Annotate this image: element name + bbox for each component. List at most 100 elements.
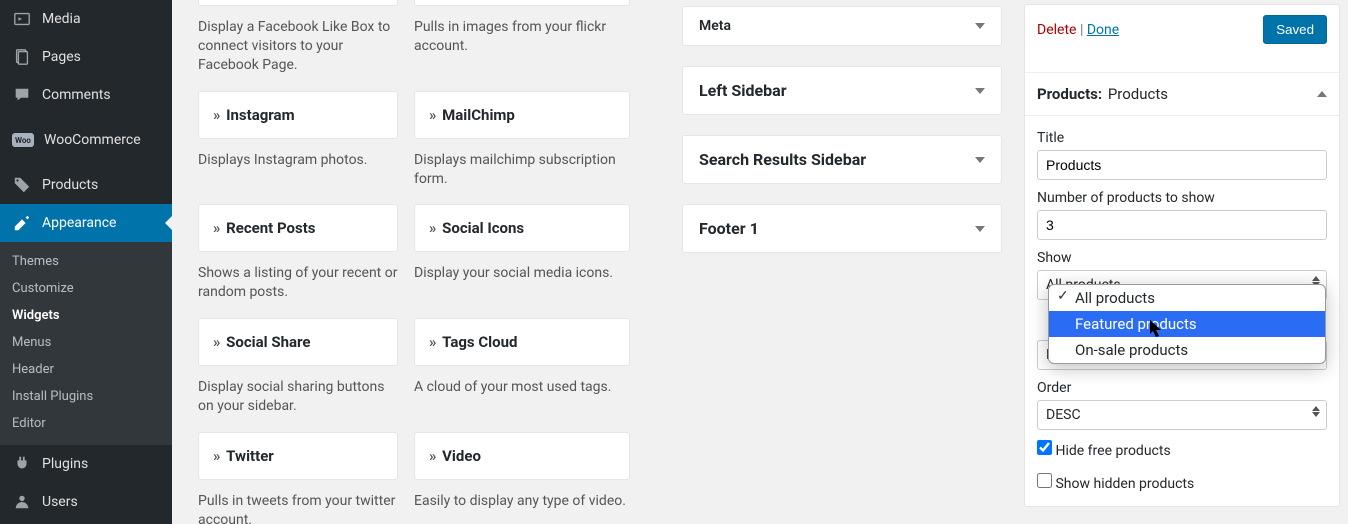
chevron-up-icon (1317, 91, 1327, 97)
widget-card-social-icons[interactable]: » Social Icons (414, 204, 630, 252)
submenu-themes[interactable]: Themes (0, 248, 172, 275)
submenu-customize[interactable]: Customize (0, 275, 172, 302)
woocommerce-icon: Woo (12, 133, 34, 147)
sidebar-item-plugins[interactable]: Plugins (0, 445, 172, 483)
widget-desc: Pulls in tweets from your twitter accoun… (198, 492, 398, 524)
pipe-separator: | (1080, 22, 1087, 38)
submenu-widgets[interactable]: Widgets (0, 302, 172, 329)
sidebar-item-pages[interactable]: Pages (0, 38, 172, 76)
panel-header[interactable]: Products: Products (1025, 72, 1339, 116)
show-option-onsale[interactable]: On-sale products (1049, 337, 1325, 363)
sidebar-label: Pages (42, 49, 81, 65)
sidebar-item-users[interactable]: Users (0, 483, 172, 521)
sidebar-areas: Meta Left Sidebar Search Results Sidebar… (682, 6, 1002, 253)
widget-card-social-share[interactable]: » Social Share (198, 318, 398, 366)
chevron-down-icon (975, 88, 985, 94)
sidebar-label: WooCommerce (44, 132, 141, 148)
admin-sidebar: Media Pages Comments Woo WooCommerce Pro… (0, 0, 172, 524)
sidebar-item-appearance[interactable]: Appearance (0, 204, 172, 242)
saved-button[interactable]: Saved (1263, 15, 1327, 44)
panel-actions: Delete | Done Saved (1025, 5, 1339, 52)
widget-desc: Easily to display any type of video. (414, 492, 630, 524)
widget-card-partial[interactable] (414, 0, 630, 6)
order-label: Order (1037, 380, 1327, 396)
widget-settings-panel: Delete | Done Saved Products: Products T… (1024, 4, 1340, 507)
show-hidden-label: Show hidden products (1055, 476, 1194, 492)
hide-free-label: Hide free products (1055, 443, 1170, 459)
widget-desc: Display your social media icons. (414, 264, 630, 302)
widget-title: Tags Cloud (442, 333, 517, 351)
sidebar-area-search-results[interactable]: Search Results Sidebar (682, 135, 1002, 184)
widget-desc: A cloud of your most used tags. (414, 378, 630, 416)
widget-desc: Display a Facebook Like Box to connect v… (198, 18, 398, 75)
sidebar-area-meta[interactable]: Meta (682, 6, 1002, 46)
users-icon (12, 492, 32, 512)
delete-link[interactable]: Delete (1037, 22, 1076, 38)
submenu-editor[interactable]: Editor (0, 410, 172, 437)
area-label: Search Results Sidebar (699, 150, 866, 169)
sidebar-label: Appearance (42, 215, 116, 231)
widget-card-twitter[interactable]: » Twitter (198, 432, 398, 480)
available-widgets-grid: Display a Facebook Like Box to connect v… (198, 0, 678, 524)
submenu-install-plugins[interactable]: Install Plugins (0, 383, 172, 410)
sidebar-item-woocommerce[interactable]: Woo WooCommerce (0, 114, 172, 166)
panel-header-name: Products (1108, 85, 1168, 103)
sidebar-item-products[interactable]: Products (0, 166, 172, 204)
area-label: Left Sidebar (699, 81, 787, 100)
plugins-icon (12, 454, 32, 474)
done-link[interactable]: Done (1087, 22, 1119, 38)
sidebar-area-footer-1[interactable]: Footer 1 (682, 204, 1002, 253)
hide-free-checkbox[interactable] (1037, 440, 1052, 455)
show-option-all[interactable]: All products (1049, 285, 1325, 311)
widget-title: Twitter (226, 447, 274, 465)
count-input[interactable] (1037, 210, 1327, 240)
show-label: Show (1037, 250, 1327, 266)
widget-card-mailchimp[interactable]: » MailChimp (414, 91, 630, 139)
show-option-featured[interactable]: Featured products (1049, 311, 1325, 337)
widget-title: Recent Posts (226, 219, 315, 237)
widget-card-partial[interactable] (198, 0, 398, 6)
sidebar-label: Media (42, 11, 81, 27)
title-input[interactable] (1037, 150, 1327, 180)
hide-free-checkbox-row[interactable]: Hide free products (1037, 440, 1327, 459)
comments-icon (12, 85, 32, 105)
widget-title: MailChimp (442, 106, 515, 124)
widget-desc: Display social sharing buttons on your s… (198, 378, 398, 416)
chevron-down-icon (975, 226, 985, 232)
widget-card-instagram[interactable]: » Instagram (198, 91, 398, 139)
show-hidden-checkbox-row[interactable]: Show hidden products (1037, 473, 1327, 492)
appearance-icon (12, 213, 32, 233)
widget-desc: Shows a listing of your recent or random… (198, 264, 398, 302)
widget-card-tags-cloud[interactable]: » Tags Cloud (414, 318, 630, 366)
wp-admin-widgets-screen: Media Pages Comments Woo WooCommerce Pro… (0, 0, 1348, 524)
widget-card-video[interactable]: » Video (414, 432, 630, 480)
sidebar-item-comments[interactable]: Comments (0, 76, 172, 114)
widget-title: Social Icons (442, 219, 524, 237)
appearance-submenu: Themes Customize Widgets Menus Header In… (0, 242, 172, 445)
main-content: Display a Facebook Like Box to connect v… (172, 0, 1348, 524)
show-select-dropdown[interactable]: All products Featured products On-sale p… (1048, 284, 1326, 364)
sidebar-item-media[interactable]: Media (0, 0, 172, 38)
submenu-header[interactable]: Header (0, 356, 172, 383)
chevron-down-icon (975, 23, 985, 29)
sidebar-area-left-sidebar[interactable]: Left Sidebar (682, 66, 1002, 115)
widget-desc: Displays mailchimp subscription form. (414, 151, 630, 189)
area-label: Meta (699, 18, 731, 34)
sidebar-label: Users (42, 494, 78, 510)
show-hidden-checkbox[interactable] (1037, 473, 1052, 488)
widget-title: Video (442, 447, 481, 465)
panel-header-prefix: Products: (1037, 85, 1102, 103)
sidebar-label: Products (42, 177, 98, 193)
widget-card-recent-posts[interactable]: » Recent Posts (198, 204, 398, 252)
chevron-down-icon (975, 157, 985, 163)
title-label: Title (1037, 130, 1327, 146)
widget-title: Social Share (226, 333, 310, 351)
widget-desc: Displays Instagram photos. (198, 151, 398, 189)
order-select[interactable]: DESC (1037, 400, 1327, 430)
sidebar-label: Plugins (42, 456, 88, 472)
media-icon (12, 9, 32, 29)
widget-desc: Pulls in images from your flickr account… (414, 18, 630, 75)
pages-icon (12, 47, 32, 67)
area-label: Footer 1 (699, 219, 759, 238)
submenu-menus[interactable]: Menus (0, 329, 172, 356)
